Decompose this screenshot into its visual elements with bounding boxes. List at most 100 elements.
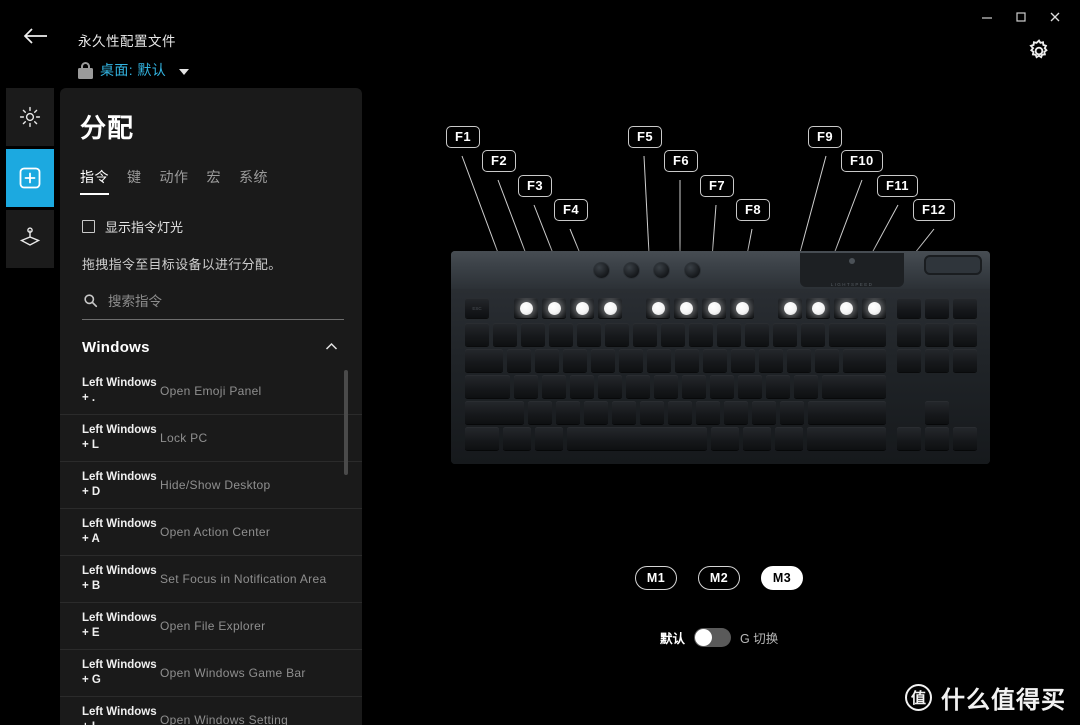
key-win-left[interactable] <box>503 427 531 450</box>
search-input[interactable] <box>108 294 344 309</box>
mode-button-m1[interactable]: M1 <box>635 566 677 590</box>
key-5[interactable] <box>605 323 629 346</box>
list-item[interactable]: Left Windows + G Open Windows Game Bar <box>60 650 362 697</box>
key-equals[interactable] <box>801 323 825 346</box>
key-home[interactable] <box>925 323 949 346</box>
sidebar-item-lighting[interactable] <box>6 88 54 146</box>
key-o[interactable] <box>731 349 755 372</box>
key-esc[interactable]: ESC <box>465 298 489 318</box>
key-f3[interactable] <box>570 298 594 318</box>
key-v[interactable] <box>612 401 636 424</box>
key-f2[interactable] <box>542 298 566 318</box>
callout-f6[interactable]: F6 <box>664 150 698 172</box>
key-y[interactable] <box>647 349 671 372</box>
key-r[interactable] <box>591 349 615 372</box>
tab-keys[interactable]: 键 <box>127 167 142 195</box>
key-i[interactable] <box>703 349 727 372</box>
key-6[interactable] <box>633 323 657 346</box>
key-ctrl-left[interactable] <box>465 427 499 450</box>
maximize-button[interactable] <box>1004 5 1038 29</box>
key-j[interactable] <box>682 375 706 398</box>
key-delete[interactable] <box>897 349 921 372</box>
key-ctrl-right[interactable] <box>807 427 886 450</box>
show-command-lighting-row[interactable]: 显示指令灯光 <box>82 217 362 236</box>
key-backslash[interactable] <box>843 349 886 372</box>
mode-button-m3[interactable]: M3 <box>761 566 803 590</box>
key-f10[interactable] <box>806 298 830 318</box>
gshift-toggle[interactable] <box>694 628 732 647</box>
key-bracket-left[interactable] <box>787 349 811 372</box>
key-1[interactable] <box>493 323 517 346</box>
key-shift-right[interactable] <box>808 401 886 424</box>
key-minus[interactable] <box>773 323 797 346</box>
list-item[interactable]: Left Windows + B Set Focus in Notificati… <box>60 556 362 603</box>
list-item[interactable]: Left Windows + . Open Emoji Panel <box>60 368 362 415</box>
tab-system[interactable]: 系统 <box>239 167 268 195</box>
show-command-lighting-checkbox[interactable] <box>82 220 95 233</box>
key-pagedown[interactable] <box>953 349 977 372</box>
key-z[interactable] <box>528 401 552 424</box>
key-u[interactable] <box>675 349 699 372</box>
media-play-button[interactable] <box>623 262 640 279</box>
key-pageup[interactable] <box>953 323 977 346</box>
chevron-up-icon[interactable] <box>325 338 338 356</box>
key-f5[interactable] <box>646 298 670 318</box>
command-group-header[interactable]: Windows <box>60 338 362 356</box>
key-f11[interactable] <box>834 298 858 318</box>
key-c[interactable] <box>584 401 608 424</box>
scrollbar-thumb[interactable] <box>344 370 348 475</box>
key-alt-right[interactable] <box>711 427 739 450</box>
key-f9[interactable] <box>778 298 802 318</box>
key-slash[interactable] <box>780 401 804 424</box>
key-a[interactable] <box>514 375 538 398</box>
minimize-button[interactable] <box>970 5 1004 29</box>
mode-button-m2[interactable]: M2 <box>698 566 740 590</box>
key-e[interactable] <box>563 349 587 372</box>
key-shift-left[interactable] <box>465 401 524 424</box>
key-f12[interactable] <box>862 298 886 318</box>
key-backspace[interactable] <box>829 323 886 346</box>
list-item[interactable]: Left Windows + D Hide/Show Desktop <box>60 462 362 509</box>
key-scrlk[interactable] <box>925 298 949 318</box>
key-capslock[interactable] <box>465 375 510 398</box>
key-arrow-right[interactable] <box>953 427 977 450</box>
gear-icon[interactable] <box>1026 38 1052 64</box>
key-backtick[interactable] <box>465 323 489 346</box>
key-end[interactable] <box>925 349 949 372</box>
key-pause[interactable] <box>953 298 977 318</box>
command-list-scrollbar[interactable] <box>344 368 348 725</box>
keyboard-image[interactable]: LIGHTSPEED BATTERY CAPS LOCK ESC <box>451 251 990 464</box>
key-m[interactable] <box>696 401 720 424</box>
key-h[interactable] <box>654 375 678 398</box>
key-n[interactable] <box>668 401 692 424</box>
sidebar-item-game-mode[interactable] <box>6 210 54 268</box>
list-item[interactable]: Left Windows + L Lock PC <box>60 415 362 462</box>
tab-commands[interactable]: 指令 <box>80 167 109 195</box>
list-item[interactable]: Left Windows + E Open File Explorer <box>60 603 362 650</box>
key-f6[interactable] <box>674 298 698 318</box>
sidebar-item-assignments[interactable] <box>6 149 54 207</box>
tab-actions[interactable]: 动作 <box>160 167 189 195</box>
callout-f12[interactable]: F12 <box>913 199 955 221</box>
key-p[interactable] <box>759 349 783 372</box>
close-button[interactable] <box>1038 5 1072 29</box>
key-period[interactable] <box>752 401 776 424</box>
key-w[interactable] <box>535 349 559 372</box>
key-menu[interactable] <box>775 427 803 450</box>
key-arrow-down[interactable] <box>925 427 949 450</box>
callout-f2[interactable]: F2 <box>482 150 516 172</box>
back-button[interactable] <box>14 14 58 58</box>
key-f8[interactable] <box>730 298 754 318</box>
key-k[interactable] <box>710 375 734 398</box>
key-quote[interactable] <box>794 375 818 398</box>
callout-f11[interactable]: F11 <box>877 175 918 197</box>
list-item[interactable]: Left Windows + A Open Action Center <box>60 509 362 556</box>
key-g[interactable] <box>626 375 650 398</box>
key-tab[interactable] <box>465 349 503 372</box>
key-2[interactable] <box>521 323 545 346</box>
key-l[interactable] <box>738 375 762 398</box>
media-next-button[interactable] <box>653 262 670 279</box>
callout-f1[interactable]: F1 <box>446 126 480 148</box>
callout-f7[interactable]: F7 <box>700 175 734 197</box>
command-list[interactable]: Left Windows + . Open Emoji Panel Left W… <box>60 368 362 725</box>
